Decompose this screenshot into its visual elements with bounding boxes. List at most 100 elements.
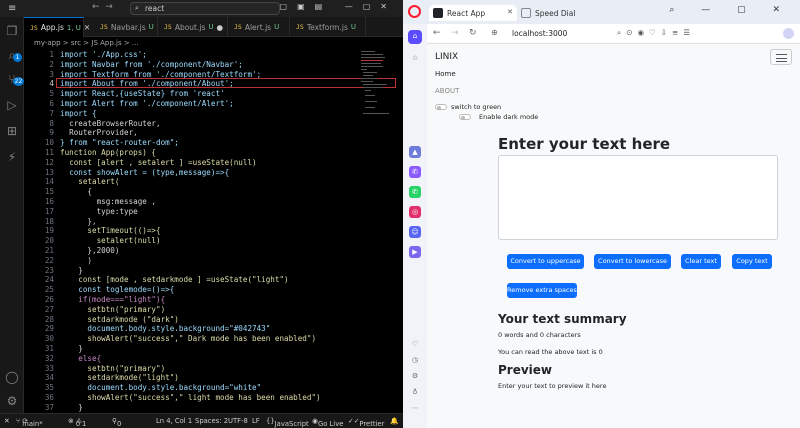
modified-dot-icon[interactable]: ● [217,23,224,32]
gear-icon[interactable]: ⚙ [409,370,421,382]
back-icon[interactable]: ← [433,28,441,38]
code-line[interactable]: document.body.style.background="#042743" [60,324,270,333]
go-live-button[interactable]: ◉ Go Live [312,417,343,428]
history-icon[interactable]: ◷ [409,354,421,366]
branch-indicator[interactable]: ⑂ main* ⟳ [16,417,43,428]
tab-textform-js[interactable]: JS Textform.js U [290,17,366,37]
eol[interactable]: LF [252,417,260,425]
extensions-icon[interactable]: ⊞ [4,123,20,139]
tab-navbar-js[interactable]: JS Navbar.js U [84,17,158,37]
code-line[interactable]: import './App.css'; [60,50,147,59]
tab-alert-js[interactable]: JS Alert.js U [228,17,290,37]
whatsapp-icon[interactable]: ✆ [409,186,421,198]
home-icon[interactable]: ⌂ [408,30,422,44]
window-controls[interactable]: ▢▣▤ —▢✕ [280,2,397,11]
profile-icon[interactable] [783,28,794,39]
gear-icon[interactable]: ⚙ [4,393,20,409]
address-tools[interactable]: ⌕⊙◉♡⇩≡☰ [617,28,695,38]
code-line[interactable]: const showAlert = (type,message)=>{ [60,168,229,177]
discord-icon[interactable]: ☺ [409,226,421,238]
minimap[interactable] [359,49,395,139]
navbar-toggler-button[interactable] [770,49,792,65]
code-line[interactable]: else{ [60,354,101,363]
messenger-icon[interactable]: ✆ [409,166,421,178]
opera-logo-icon[interactable] [408,5,421,18]
code-line[interactable]: setTimeout(()=>{ [60,226,160,235]
code-line[interactable]: },2000) [60,246,119,255]
tab-speed-dial[interactable]: Speed Dial [517,5,597,21]
code-line[interactable]: showAlert("success"," Dark mode has been… [60,334,316,343]
code-line[interactable]: setalert(null) [60,236,161,245]
code-line[interactable]: setbtn("primary") [60,364,165,373]
remove-spaces-button[interactable]: Remove extra spaces [507,283,577,298]
bulb-icon[interactable]: ♁ [409,386,421,398]
menu-icon[interactable]: ≡ [8,3,16,14]
language-mode[interactable]: {} JavaScript [266,417,309,428]
cursor-position[interactable]: Ln 4, Col 1 [156,417,192,425]
code-line[interactable]: const [alert , setalert ] =useState(null… [60,158,256,167]
reload-icon[interactable]: ↻ [469,28,477,38]
close-icon[interactable]: ✕ [507,8,513,16]
lowercase-button[interactable]: Convert to lowercase [594,254,671,269]
code-line[interactable]: import Navbar from './component/Navbar'; [60,60,243,69]
code-line[interactable]: import { [60,109,97,118]
code-editor[interactable]: 1 import './App.css'; 2 import Navbar from … [24,49,403,413]
encoding[interactable]: UTF-8 [228,417,248,425]
code-line[interactable]: setalert( [60,177,119,186]
heart-icon[interactable]: ♡ [409,338,421,350]
forward-icon[interactable]: → [451,28,459,38]
green-switch[interactable] [435,104,447,110]
indent-setting[interactable]: Spaces: 2 [195,417,228,425]
tab-about-js[interactable]: JS About.js U ● [158,17,228,37]
code-line[interactable]: } [60,266,83,275]
nav-arrows[interactable]: ← → [92,2,113,12]
navbar-brand[interactable]: LINIX [435,52,458,62]
clear-text-button[interactable]: Clear text [681,254,721,269]
code-line[interactable]: import Textform from './component/Textfo… [60,70,261,79]
tab-react-app[interactable]: React App ✕ [429,5,517,21]
code-line[interactable]: if(mode==="light"){ [60,295,165,304]
remote-icon[interactable]: ✕ [4,417,10,425]
nav-link-home[interactable]: Home [435,70,456,78]
tab-app-js[interactable]: JS App.js 1, U ✕ [24,17,90,37]
breadcrumb[interactable]: my-app > src > JS App.js > ... [24,37,403,49]
code-line[interactable]: type:type [60,207,138,216]
code-line[interactable]: }, [60,217,96,226]
code-line[interactable]: } [60,403,83,412]
more-icon[interactable]: ⋯ [409,402,421,414]
code-line[interactable]: import About from './component/About'; [60,79,234,88]
copy-text-button[interactable]: Copy text [732,254,772,269]
code-line[interactable]: } from "react-router-dom"; [60,138,179,147]
star-icon[interactable]: ☆ [409,52,421,64]
code-line[interactable]: } [60,344,83,353]
dark-mode-switch[interactable] [459,114,471,120]
prettier-button[interactable]: ✓✓ Prettier [348,417,384,428]
player-icon[interactable]: ▶ [409,246,421,258]
account-icon[interactable]: ◯ [4,369,20,385]
code-line[interactable]: showAlert("success"," light mode has bee… [60,393,320,402]
window-controls[interactable]: ⌕ — ▢ ✕ [669,5,792,15]
code-line[interactable]: function App(props) { [60,148,156,157]
nav-link-about[interactable]: ABOUT [435,87,459,95]
code-line[interactable]: { [60,187,92,196]
code-line[interactable]: import Alert from './component/Alert'; [60,99,234,108]
code-line[interactable]: ) [60,256,92,265]
ports-indicator[interactable]: ⚲ 0 [112,417,121,428]
instagram-icon[interactable]: ◎ [409,206,421,218]
code-line[interactable]: const [mode , setdarkmode ] =useState("l… [60,275,288,284]
code-line[interactable]: setdarkmode ("dark") [60,315,178,324]
code-line[interactable]: import React,{useState} from 'react' [60,89,225,98]
lightning-icon[interactable]: ⚡ [4,149,20,165]
code-line[interactable]: RouterProvider, [60,128,138,137]
code-line[interactable]: const toglemode=()=>{ [60,285,174,294]
command-search[interactable]: ⌕ react [130,2,280,15]
aria-icon[interactable]: ▲ [409,146,421,158]
code-line[interactable]: document.body.style.background="white" [60,383,261,392]
text-input-area[interactable] [498,155,778,240]
code-line[interactable]: setdarkmode("light") [60,373,178,382]
url-field[interactable]: localhost:3000 [512,29,567,38]
run-debug-icon[interactable]: ▷ [4,97,20,113]
problems-indicator[interactable]: ⊗ 0 ⚠ 1 [68,417,86,428]
code-line[interactable]: setbtn("primary") [60,305,165,314]
code-line[interactable]: createBrowserRouter, [60,119,160,128]
